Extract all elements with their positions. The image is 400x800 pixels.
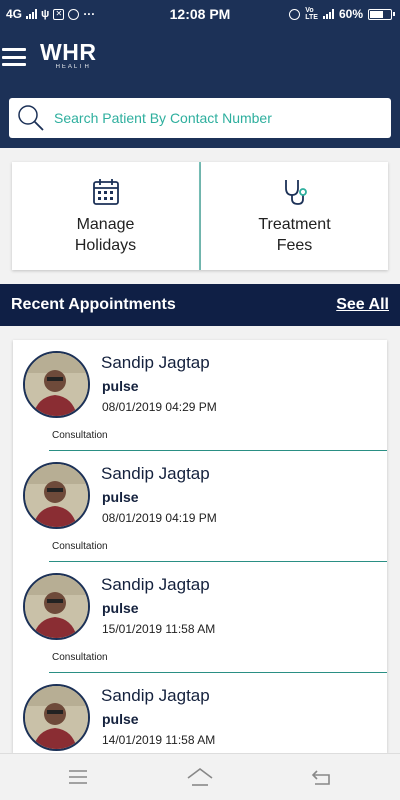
clinic-name: pulse [102,378,139,394]
appointment-datetime: 08/01/2019 04:29 PM [102,400,217,414]
appointment-item[interactable]: Sandip Jagtap pulse 14/01/2019 11:58 AM [13,673,387,753]
avatar [23,684,90,751]
appointment-list: Sandip Jagtap pulse 08/01/2019 04:29 PM … [13,340,387,753]
treatment-fees-button[interactable]: Treatment Fees [201,162,388,270]
avatar [23,351,90,418]
appointment-type: Consultation [52,652,108,663]
search-input[interactable] [54,110,374,126]
back-icon[interactable] [307,764,337,790]
battery-percent: 60% [338,7,363,21]
search-bar[interactable] [9,98,391,138]
patient-name: Sandip Jagtap [101,686,210,705]
clinic-name: pulse [102,711,139,727]
hamburger-menu-icon[interactable] [2,48,26,66]
logo-text: WHR [40,39,97,65]
appointment-datetime: 08/01/2019 04:19 PM [102,511,217,525]
see-all-link[interactable]: See All [336,296,389,314]
app-logo: WHR HEALTH [40,40,96,70]
appointment-type: Consultation [52,541,108,552]
appointment-item[interactable]: Sandip Jagtap pulse 08/01/2019 04:29 PM … [13,340,387,451]
clinic-name: pulse [102,600,139,616]
system-nav-bar [0,753,400,800]
volte-icon: Vo LTE [305,7,318,21]
status-bar: 4G ψ ✕ ··· 12:08 PM Vo LTE 60% [0,0,400,27]
appointment-datetime: 14/01/2019 11:58 AM [102,733,216,747]
appointment-datetime: 15/01/2019 11:58 AM [102,622,216,636]
manage-holidays-button[interactable]: Manage Holidays [12,162,201,270]
avatar [23,573,90,640]
quick-actions: Manage Holidays Treatment Fees [12,162,388,270]
appointment-item[interactable]: Sandip Jagtap pulse 15/01/2019 11:58 AM … [13,562,387,673]
appointment-type: Consultation [52,430,108,441]
status-right: Vo LTE 60% [289,7,395,21]
stethoscope-icon [284,180,307,205]
patient-name: Sandip Jagtap [101,353,210,372]
search-icon [18,105,44,131]
signal-2-icon [322,9,334,19]
avatar [23,462,90,529]
patient-name: Sandip Jagtap [101,464,210,483]
treatment-fees-label: Treatment Fees [258,216,331,254]
calendar-icon [92,179,119,205]
clinic-name: pulse [102,489,139,505]
section-title: Recent Appointments [11,296,176,313]
home-icon[interactable] [185,764,215,790]
battery-icon [368,8,395,20]
recent-appointments-header: Recent Appointments See All [0,284,400,326]
patient-name: Sandip Jagtap [101,575,210,594]
alarm-icon [289,8,301,20]
app-header: WHR HEALTH [0,27,400,148]
logo-subtext: HEALTH [55,64,91,70]
appointment-item[interactable]: Sandip Jagtap pulse 08/01/2019 04:19 PM … [13,451,387,562]
recent-apps-icon[interactable] [63,764,93,790]
manage-holidays-label: Manage Holidays [74,216,137,254]
